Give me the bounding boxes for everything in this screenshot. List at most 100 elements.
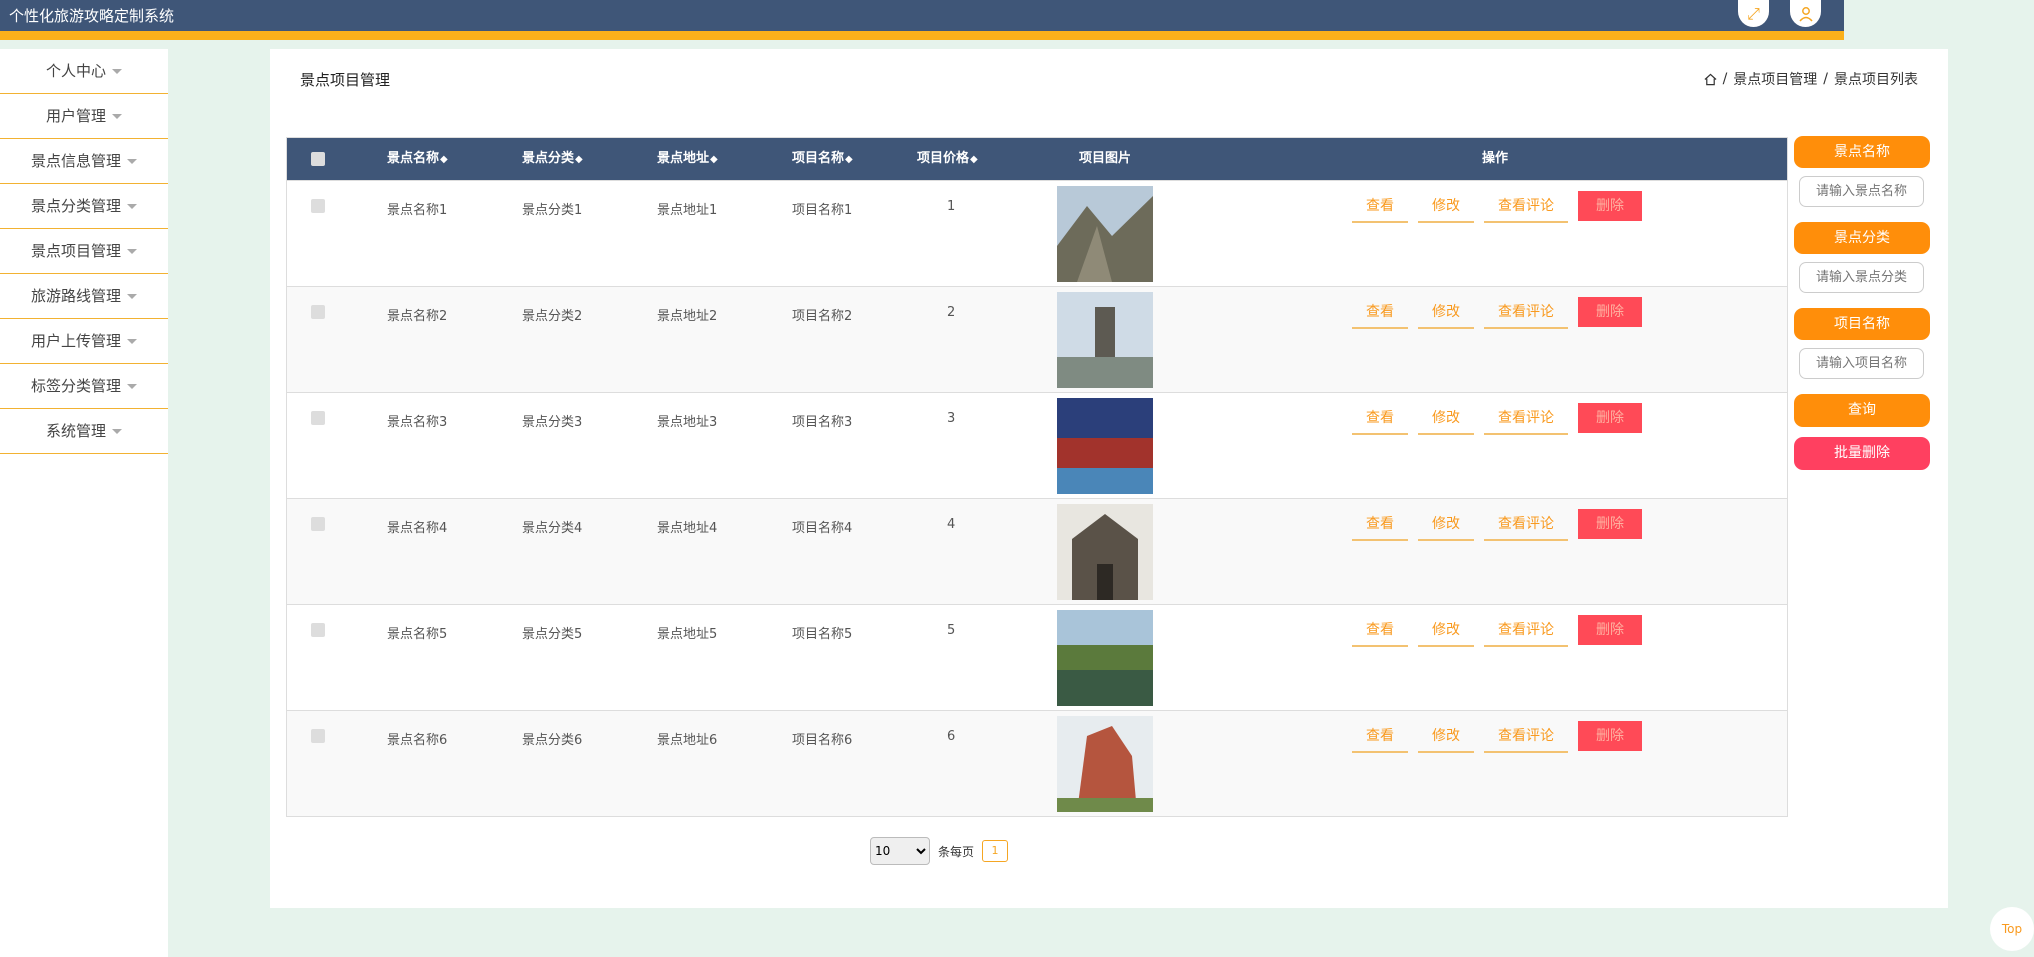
- cell-project-price: 4: [947, 517, 956, 532]
- delete-button[interactable]: 删除: [1578, 721, 1642, 751]
- view-button[interactable]: 查看: [1352, 721, 1408, 753]
- chevron-down-icon: [127, 159, 137, 164]
- cell-spot-category: 景点分类1: [522, 203, 583, 218]
- sidebar-item-system[interactable]: 系统管理: [0, 409, 168, 454]
- top-header: 个性化旅游攻略定制系统 ⤢: [0, 0, 1844, 40]
- cell-spot-address: 景点地址3: [657, 415, 718, 430]
- row-checkbox[interactable]: [311, 517, 325, 531]
- chevron-down-icon: [112, 429, 122, 434]
- cell-spot-category: 景点分类3: [522, 415, 583, 430]
- edit-button[interactable]: 修改: [1418, 191, 1474, 223]
- row-actions: 查看 修改 查看评论 删除: [1352, 403, 1642, 435]
- cell-spot-address: 景点地址4: [657, 521, 718, 536]
- edit-button[interactable]: 修改: [1418, 615, 1474, 647]
- batch-delete-button[interactable]: 批量删除: [1794, 437, 1930, 470]
- spot-category-input[interactable]: [1799, 262, 1924, 293]
- col-project-name[interactable]: 项目名称◆: [792, 138, 853, 180]
- cell-spot-address: 景点地址2: [657, 309, 718, 324]
- view-button[interactable]: 查看: [1352, 297, 1408, 329]
- sidebar-item-users[interactable]: 用户管理: [0, 94, 168, 139]
- project-name-label: 项目名称: [1794, 308, 1930, 340]
- cell-project-price: 1: [947, 199, 956, 214]
- table-body: 景点名称1 景点分类1 景点地址1 项目名称1 1 查看 修改 查看评论 删除 …: [287, 180, 1787, 816]
- breadcrumb-level1[interactable]: 景点项目管理: [1733, 69, 1817, 89]
- pagination: 10 条每页 1: [870, 837, 1009, 865]
- sidebar-item-spot-category[interactable]: 景点分类管理: [0, 184, 168, 229]
- cell-spot-address: 景点地址6: [657, 733, 718, 748]
- cell-spot-category: 景点分类5: [522, 627, 583, 642]
- edit-button[interactable]: 修改: [1418, 297, 1474, 329]
- sidebar-item-uploads[interactable]: 用户上传管理: [0, 319, 168, 364]
- row-checkbox[interactable]: [311, 305, 325, 319]
- edit-button[interactable]: 修改: [1418, 509, 1474, 541]
- row-checkbox[interactable]: [311, 729, 325, 743]
- view-comments-button[interactable]: 查看评论: [1484, 509, 1568, 541]
- table-row: 景点名称4 景点分类4 景点地址4 项目名称4 4 查看 修改 查看评论 删除: [287, 498, 1787, 604]
- spot-name-input[interactable]: [1799, 176, 1924, 207]
- cell-project-price: 6: [947, 729, 956, 744]
- view-comments-button[interactable]: 查看评论: [1484, 403, 1568, 435]
- sidebar-item-spot-info[interactable]: 景点信息管理: [0, 139, 168, 184]
- table-row: 景点名称6 景点分类6 景点地址6 项目名称6 6 查看 修改 查看评论 删除: [287, 710, 1787, 816]
- view-comments-button[interactable]: 查看评论: [1484, 615, 1568, 647]
- fullscreen-icon[interactable]: ⤢: [1738, 0, 1769, 27]
- row-checkbox[interactable]: [311, 199, 325, 213]
- sidebar-item-tags[interactable]: 标签分类管理: [0, 364, 168, 409]
- select-all-checkbox[interactable]: [311, 152, 325, 166]
- sidebar: 个人中心 用户管理 景点信息管理 景点分类管理 景点项目管理 旅游路线管理 用户…: [0, 49, 168, 957]
- row-actions: 查看 修改 查看评论 删除: [1352, 721, 1642, 753]
- edit-button[interactable]: 修改: [1418, 721, 1474, 753]
- view-comments-button[interactable]: 查看评论: [1484, 297, 1568, 329]
- view-button[interactable]: 查看: [1352, 615, 1408, 647]
- spot-category-label: 景点分类: [1794, 222, 1930, 254]
- view-button[interactable]: 查看: [1352, 509, 1408, 541]
- cell-spot-name: 景点名称4: [387, 521, 448, 536]
- row-checkbox[interactable]: [311, 411, 325, 425]
- chevron-down-icon: [127, 204, 137, 209]
- sort-icon: ◆: [970, 154, 978, 165]
- row-checkbox[interactable]: [311, 623, 325, 637]
- breadcrumb: / 景点项目管理 / 景点项目列表: [1704, 69, 1918, 89]
- sort-icon: ◆: [575, 154, 583, 165]
- edit-button[interactable]: 修改: [1418, 403, 1474, 435]
- col-spot-address[interactable]: 景点地址◆: [657, 138, 718, 180]
- page-title: 景点项目管理: [300, 71, 391, 89]
- home-icon[interactable]: [1704, 73, 1717, 86]
- page-number[interactable]: 1: [982, 840, 1009, 862]
- sidebar-item-spot-project[interactable]: 景点项目管理: [0, 229, 168, 274]
- page-size-select[interactable]: 10: [870, 837, 930, 865]
- cell-spot-category: 景点分类4: [522, 521, 583, 536]
- back-to-top-button[interactable]: Top: [1990, 907, 2034, 951]
- cell-project-name: 项目名称4: [792, 521, 853, 536]
- project-name-input[interactable]: [1799, 348, 1924, 379]
- chevron-down-icon: [112, 114, 122, 119]
- cell-spot-address: 景点地址5: [657, 627, 718, 642]
- col-project-price[interactable]: 项目价格◆: [917, 138, 978, 180]
- chevron-down-icon: [127, 294, 137, 299]
- user-icon[interactable]: [1790, 0, 1821, 27]
- chevron-down-icon: [127, 249, 137, 254]
- cell-project-name: 项目名称1: [792, 203, 853, 218]
- view-comments-button[interactable]: 查看评论: [1484, 191, 1568, 223]
- delete-button[interactable]: 删除: [1578, 403, 1642, 433]
- view-comments-button[interactable]: 查看评论: [1484, 721, 1568, 753]
- col-spot-name[interactable]: 景点名称◆: [387, 138, 448, 180]
- row-actions: 查看 修改 查看评论 删除: [1352, 297, 1642, 329]
- col-spot-category[interactable]: 景点分类◆: [522, 138, 583, 180]
- breadcrumb-level2: 景点项目列表: [1834, 72, 1918, 88]
- sidebar-item-personal[interactable]: 个人中心: [0, 49, 168, 94]
- project-image: [1057, 610, 1153, 706]
- view-button[interactable]: 查看: [1352, 191, 1408, 223]
- project-image: [1057, 186, 1153, 282]
- delete-button[interactable]: 删除: [1578, 191, 1642, 221]
- sidebar-item-routes[interactable]: 旅游路线管理: [0, 274, 168, 319]
- table-row: 景点名称5 景点分类5 景点地址5 项目名称5 5 查看 修改 查看评论 删除: [287, 604, 1787, 710]
- project-image: [1057, 716, 1153, 812]
- query-button[interactable]: 查询: [1794, 394, 1930, 427]
- cell-spot-name: 景点名称6: [387, 733, 448, 748]
- delete-button[interactable]: 删除: [1578, 509, 1642, 539]
- view-button[interactable]: 查看: [1352, 403, 1408, 435]
- delete-button[interactable]: 删除: [1578, 297, 1642, 327]
- delete-button[interactable]: 删除: [1578, 615, 1642, 645]
- spot-name-label: 景点名称: [1794, 136, 1930, 168]
